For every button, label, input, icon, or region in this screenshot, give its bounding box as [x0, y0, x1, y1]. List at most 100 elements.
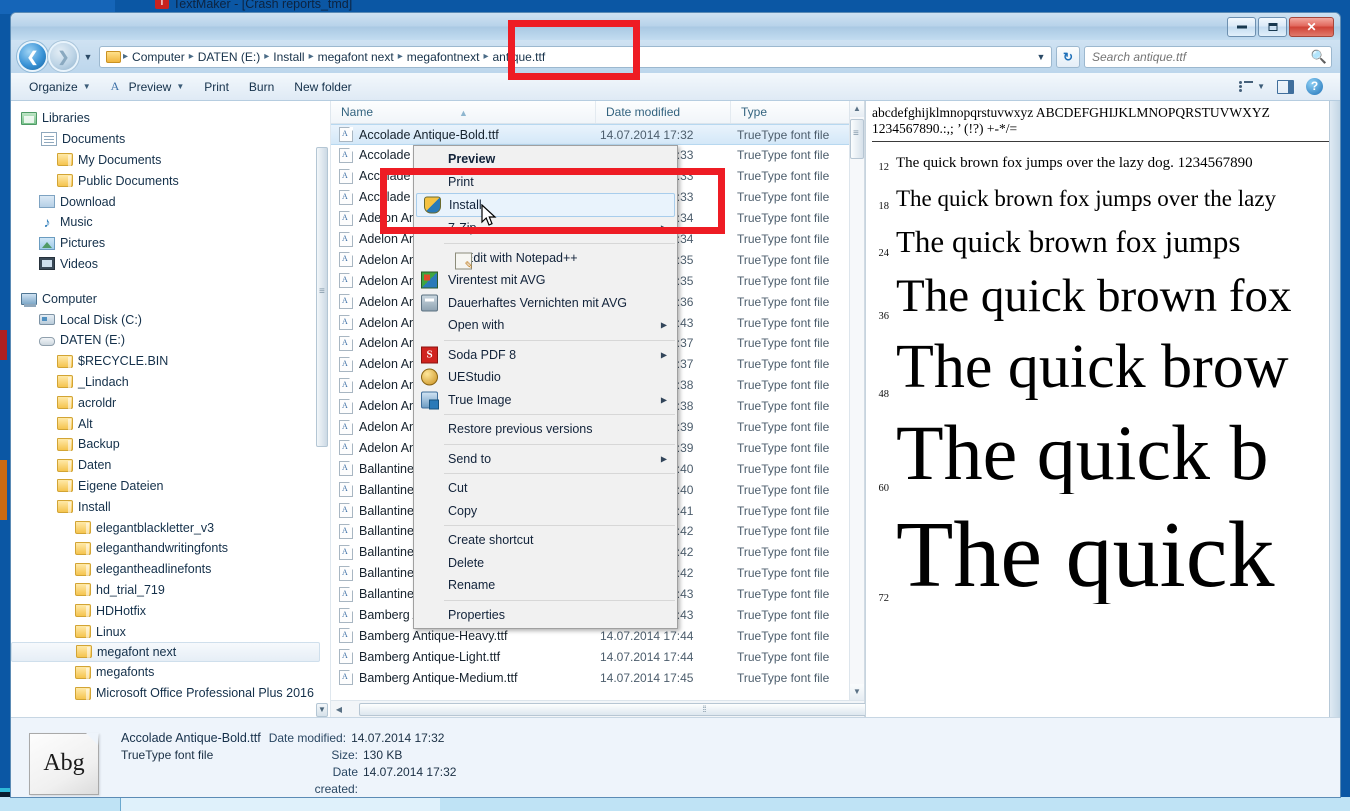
organize-button[interactable]: Organize ▼: [19, 76, 101, 98]
menu-item-send-to[interactable]: Send to ▶: [414, 448, 677, 471]
breadcrumb-item-daten[interactable]: DATEN (E:): [195, 47, 263, 67]
preview-pane-button[interactable]: [1272, 77, 1299, 97]
burn-button[interactable]: Burn: [239, 76, 284, 98]
taskbar-button[interactable]: [120, 797, 440, 811]
menu-item-uestudio[interactable]: UEStudio: [414, 366, 677, 389]
search-icon[interactable]: 🔍: [1311, 49, 1327, 65]
forward-button[interactable]: ❯: [50, 43, 77, 70]
menu-item-restore-previous-versions[interactable]: Restore previous versions: [414, 418, 677, 441]
chevron-down-icon: ▼: [1257, 82, 1265, 91]
menu-item-preview[interactable]: Preview: [414, 148, 677, 171]
tree-item-acroldr[interactable]: acroldr: [11, 392, 330, 413]
close-button[interactable]: ✕: [1289, 17, 1334, 37]
tree-item-my-documents[interactable]: My Documents: [11, 150, 330, 171]
tree-item-public-documents[interactable]: Public Documents: [11, 170, 330, 191]
tree-item-microsoft-office-professional-plus-2016[interactable]: Microsoft Office Professional Plus 2016: [11, 683, 330, 704]
menu-item-create-shortcut[interactable]: Create shortcut: [414, 529, 677, 552]
breadcrumb-item-computer[interactable]: Computer: [129, 47, 188, 67]
tree-item-linux[interactable]: Linux: [11, 621, 330, 642]
new-folder-button[interactable]: New folder: [284, 76, 361, 98]
preview-scrollbar[interactable]: [1329, 101, 1340, 717]
list-scrollbar-thumb[interactable]: [850, 119, 864, 159]
nav-scrollbar[interactable]: [316, 129, 328, 703]
menu-item-print[interactable]: Print: [414, 171, 677, 194]
menu-item-copy[interactable]: Copy: [414, 500, 677, 523]
maximize-button[interactable]: [1258, 17, 1287, 37]
tree-item-megafont-next[interactable]: megafont next: [11, 641, 320, 662]
tree-item-megafonts[interactable]: megafonts: [11, 662, 330, 683]
tree-item-videos[interactable]: Videos: [11, 254, 330, 275]
table-row[interactable]: Bamberg Antique-Medium.ttf 14.07.2014 17:…: [331, 667, 864, 688]
list-scroll-up-button[interactable]: ▲: [850, 101, 864, 117]
preview-button[interactable]: A Preview ▼: [101, 76, 195, 98]
horizontal-scrollbar[interactable]: ◀ ▶: [331, 700, 1049, 717]
column-header-name[interactable]: Name ▲: [331, 101, 596, 123]
context-menu[interactable]: Preview Print Install 7-Zip ▶ Edit with Notep…: [413, 145, 678, 629]
preview-font-icon: A: [110, 79, 120, 93]
breadcrumb-item-install[interactable]: Install: [270, 47, 307, 67]
menu-item-edit-with-notepad[interactable]: Edit with Notepad++: [414, 247, 677, 271]
menu-item-virentest-mit-avg[interactable]: Virentest mit AVG: [414, 269, 677, 292]
menu-item-true-image[interactable]: True Image ▶: [414, 389, 677, 412]
menu-item-install[interactable]: Install: [416, 193, 675, 217]
menu-item-rename[interactable]: Rename: [414, 574, 677, 597]
address-bar[interactable]: ▸ Computer ▸ DATEN (E:) ▸ Install ▸ mega…: [99, 45, 1052, 68]
menu-item-dauerhaftes-vernichten-mit-avg[interactable]: Dauerhaftes Vernichten mit AVG: [414, 292, 677, 315]
table-row[interactable]: Bamberg Antique-Light.ttf 14.07.2014 17:4…: [331, 646, 864, 667]
menu-item-soda-pdf-8[interactable]: S Soda PDF 8 ▶: [414, 344, 677, 367]
hscroll-track[interactable]: [347, 702, 1049, 717]
title-bar[interactable]: ✕: [11, 13, 1340, 40]
breadcrumb-item-antique-ttf[interactable]: antique.ttf: [489, 47, 548, 67]
uestudio-icon: [421, 368, 438, 386]
tree-item-local-disk-c[interactable]: Local Disk (C:): [11, 309, 330, 330]
menu-item-cut[interactable]: Cut: [414, 477, 677, 500]
menu-item-open-with[interactable]: Open with ▶: [414, 314, 677, 337]
refresh-button[interactable]: ↻: [1056, 45, 1080, 68]
tree-item-computer[interactable]: Computer: [11, 288, 330, 309]
tree-item-pictures[interactable]: Pictures: [11, 233, 330, 254]
address-history-dropdown[interactable]: ▼: [1033, 52, 1049, 62]
minimize-button[interactable]: [1227, 17, 1256, 37]
tree-item-elegantheadlinefonts[interactable]: elegantheadlinefonts: [11, 559, 330, 580]
tree-item-daten[interactable]: Daten: [11, 455, 330, 476]
truetype-font-icon: [339, 565, 353, 581]
tree-item-eleganthandwritingfonts[interactable]: eleganthandwritingfonts: [11, 538, 330, 559]
breadcrumb-item-megafontnext[interactable]: megafontnext: [404, 47, 483, 67]
tree-item-backup[interactable]: Backup: [11, 434, 330, 455]
window-controls: ✕: [1227, 17, 1334, 37]
details-row-3: Date created: 14.07.2014 17:32: [121, 764, 457, 798]
column-header-type[interactable]: Type: [731, 101, 849, 123]
breadcrumb-item-megafont-next[interactable]: megafont next: [315, 47, 397, 67]
tree-item-daten-e[interactable]: DATEN (E:): [11, 330, 330, 351]
file-thumbnail: Abg: [29, 732, 99, 795]
help-button[interactable]: ?: [1301, 75, 1328, 98]
list-scrollbar[interactable]: ▲ ▼: [849, 101, 864, 700]
tree-item-download[interactable]: Download: [11, 191, 330, 212]
tree-item-alt[interactable]: Alt: [11, 413, 330, 434]
search-box[interactable]: 🔍: [1084, 45, 1332, 68]
column-header-date-modified[interactable]: Date modified: [596, 101, 731, 123]
tree-item-eigene-dateien[interactable]: Eigene Dateien: [11, 476, 330, 497]
table-row[interactable]: Accolade Antique-Bold.ttf 14.07.2014 17:3…: [331, 124, 864, 145]
tree-item-documents[interactable]: Documents: [11, 129, 330, 150]
menu-item-7-zip[interactable]: 7-Zip ▶: [414, 217, 677, 240]
hscroll-left-button[interactable]: ◀: [331, 705, 347, 714]
tree-item-recycle-bin[interactable]: $RECYCLE.BIN: [11, 351, 330, 372]
change-view-button[interactable]: ▼: [1234, 78, 1270, 96]
menu-item-delete[interactable]: Delete: [414, 552, 677, 575]
tree-item-libraries[interactable]: Libraries: [11, 108, 330, 129]
list-scroll-down-button[interactable]: ▼: [850, 684, 864, 700]
recent-pages-dropdown[interactable]: ▼: [81, 52, 95, 62]
tree-item-hdhotfix[interactable]: HDHotfix: [11, 600, 330, 621]
tree-item-hd-trial-719[interactable]: hd_trial_719: [11, 580, 330, 601]
back-button[interactable]: ❮: [19, 43, 46, 70]
tree-item-music[interactable]: ♪ Music: [11, 212, 330, 233]
menu-item-properties[interactable]: Properties: [414, 604, 677, 627]
print-button[interactable]: Print: [194, 76, 239, 98]
tree-item-install[interactable]: Install: [11, 496, 330, 517]
tree-item-elegantblackletter-v3[interactable]: elegantblackletter_v3: [11, 517, 330, 538]
nav-scroll-down-button[interactable]: ▼: [316, 703, 328, 717]
nav-scrollbar-thumb[interactable]: [316, 147, 328, 447]
search-input[interactable]: [1092, 49, 1311, 64]
tree-item-lindach[interactable]: _Lindach: [11, 372, 330, 393]
